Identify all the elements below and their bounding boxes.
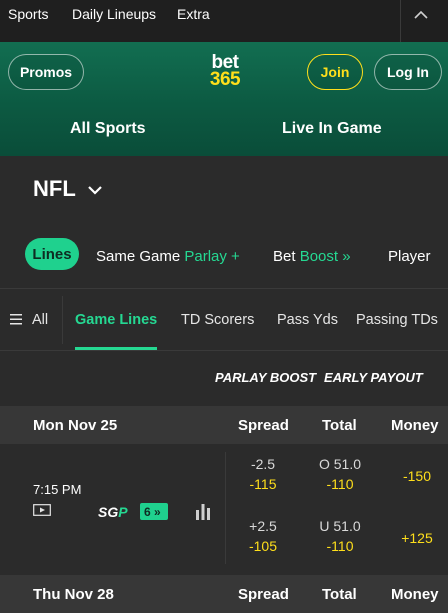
early-payout-label[interactable]: EARLY PAYOUT <box>324 370 423 385</box>
column-total: Total <box>322 417 357 434</box>
sgp-count-badge[interactable]: 6 » <box>140 503 168 520</box>
total-bet-over[interactable]: O 51.0 -110 <box>310 456 370 492</box>
spread-line: -2.5 <box>250 456 276 472</box>
top-nav-sports[interactable]: Sports <box>8 6 48 22</box>
bet365-logo[interactable]: bet 365 <box>205 53 245 90</box>
tab-player[interactable]: Player <box>388 248 431 265</box>
stats-icon[interactable] <box>195 502 211 520</box>
divider <box>0 288 448 289</box>
tab-lines[interactable]: Lines <box>25 238 79 270</box>
day-header: Mon Nov 25 Spread Total Money <box>0 406 448 444</box>
market-tab-all[interactable]: All <box>32 312 48 328</box>
sgp-label[interactable]: SGP <box>98 504 128 520</box>
market-tab-passing-tds[interactable]: Passing TDs <box>356 312 438 328</box>
market-tab-pass-yds[interactable]: Pass Yds <box>277 312 338 328</box>
day-date: Mon Nov 25 <box>33 417 118 434</box>
total-line: U 51.0 <box>319 518 361 534</box>
nav-all-sports[interactable]: All Sports <box>70 120 146 138</box>
tab-boost-text: Boost » <box>299 248 351 265</box>
spread-odds: -105 <box>248 538 278 554</box>
join-button[interactable]: Join <box>307 54 363 90</box>
site-header: Promos bet 365 Join Log In All Sports Li… <box>0 42 448 156</box>
tab-bet-text: Bet <box>273 248 296 265</box>
chevron-up-icon[interactable] <box>413 8 429 22</box>
league-title[interactable]: NFL <box>33 176 76 202</box>
chevron-down-icon[interactable] <box>87 184 103 196</box>
tab-same-game-text: Same Game <box>96 248 181 265</box>
game-time: 7:15 PM <box>33 482 82 497</box>
game-row: 7:15 PM SGP 6 » -2.5 -115 O 51.0 -110 -1… <box>0 444 448 574</box>
spread-odds: -115 <box>249 476 277 492</box>
column-spread: Spread <box>238 417 289 434</box>
tab-same-game-parlay[interactable]: Same Game Parlay + <box>96 248 240 265</box>
total-bet-under[interactable]: U 51.0 -110 <box>310 518 370 554</box>
video-icon[interactable] <box>33 504 51 516</box>
column-money: Money <box>391 417 439 434</box>
market-tab-divider <box>62 296 63 344</box>
moneyline-team-2[interactable]: +125 <box>392 530 442 546</box>
column-total: Total <box>322 586 357 603</box>
column-money: Money <box>391 586 439 603</box>
total-odds: -110 <box>326 476 354 492</box>
total-odds: -110 <box>326 538 354 554</box>
spread-bet-team-1[interactable]: -2.5 -115 <box>233 456 293 492</box>
top-nav-daily-lineups[interactable]: Daily Lineups <box>72 6 156 22</box>
total-line: O 51.0 <box>318 456 362 472</box>
divider <box>0 350 448 351</box>
top-sports-bar: Sports Daily Lineups Extra <box>0 0 448 42</box>
login-button[interactable]: Log In <box>374 54 442 90</box>
nav-live-in-game[interactable]: Live In Game <box>282 120 382 138</box>
sub-tabs: Lines Same Game Parlay + Bet Boost » Pla… <box>0 236 448 276</box>
top-bar-divider <box>400 0 401 42</box>
spread-line: +2.5 <box>249 518 277 534</box>
market-tab-td-scorers[interactable]: TD Scorers <box>181 312 254 328</box>
market-tabs: All Game Lines TD Scorers Pass Yds Passi… <box>0 290 448 350</box>
promos-button[interactable]: Promos <box>8 54 84 90</box>
spread-bet-team-2[interactable]: +2.5 -105 <box>233 518 293 554</box>
sgp-count: 6 <box>144 504 151 519</box>
tab-parlay-text: Parlay + <box>184 248 240 265</box>
logo-text-365: 365 <box>209 69 241 90</box>
day-header: Thu Nov 28 Spread Total Money <box>0 575 448 613</box>
tab-bet-boost[interactable]: Bet Boost » <box>273 248 351 265</box>
market-tab-game-lines[interactable]: Game Lines <box>75 312 157 328</box>
parlay-boost-label[interactable]: PARLAY BOOST <box>215 370 316 385</box>
day-date: Thu Nov 28 <box>33 586 114 603</box>
moneyline-team-1[interactable]: -150 <box>392 468 442 484</box>
top-nav-extra[interactable]: Extra <box>177 6 210 22</box>
menu-icon[interactable] <box>10 314 22 325</box>
game-divider <box>225 452 226 564</box>
column-spread: Spread <box>238 586 289 603</box>
